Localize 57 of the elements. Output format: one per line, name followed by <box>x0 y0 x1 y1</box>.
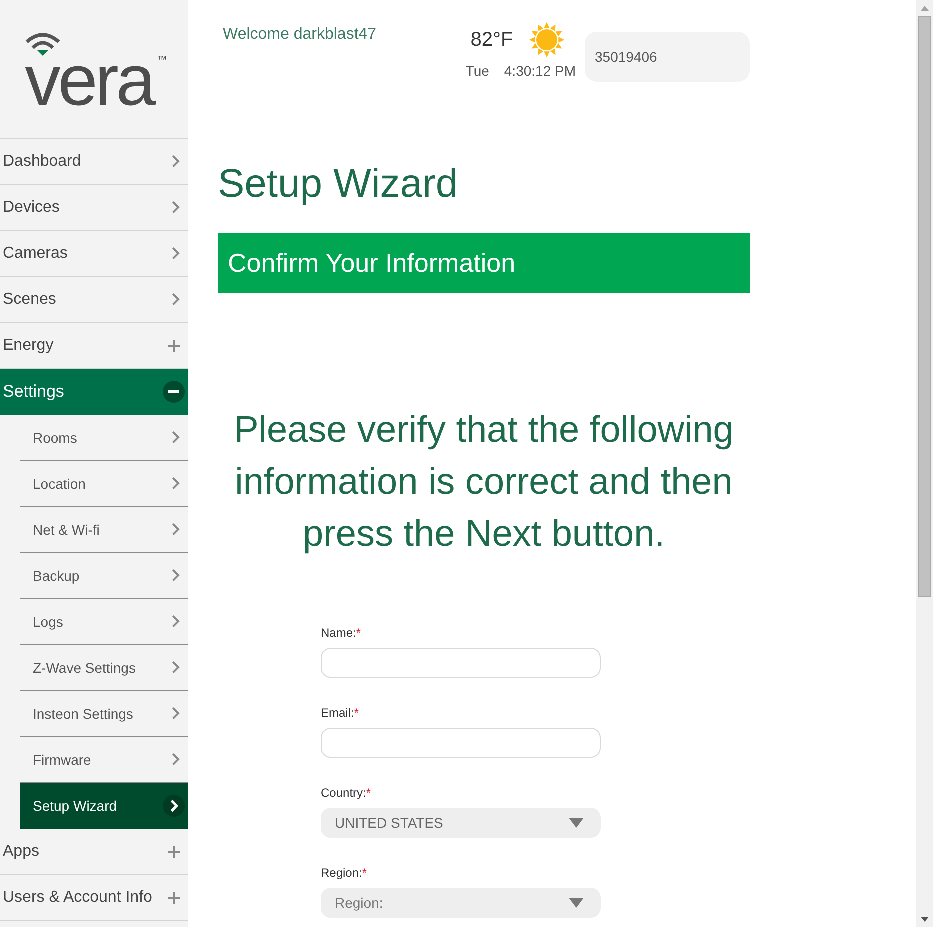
input-field[interactable] <box>321 648 601 678</box>
chevron-right-icon <box>172 293 180 306</box>
scroll-down-arrow-icon[interactable] <box>920 916 928 922</box>
chevron-right-icon <box>172 201 180 214</box>
field-label: Region:* <box>321 866 368 880</box>
sidebar-subitem[interactable]: Rooms <box>20 415 188 461</box>
sidebar-item[interactable]: Cameras <box>0 231 188 277</box>
step-banner: Confirm Your Information <box>218 233 750 293</box>
plus-icon[interactable] <box>168 892 180 904</box>
sidebar-item[interactable]: Apps <box>0 829 188 875</box>
chevron-right-icon <box>172 523 180 536</box>
scrollbar[interactable] <box>916 0 933 927</box>
controller-id-field[interactable]: 35019406 <box>585 32 750 82</box>
scroll-up-arrow-icon[interactable] <box>920 6 928 10</box>
dropdown-field[interactable]: Region: <box>321 888 601 918</box>
sidebar-item[interactable]: Settings <box>0 369 188 415</box>
sidebar-item[interactable]: Dashboard <box>0 139 188 185</box>
chevron-right-icon <box>172 661 180 674</box>
sidebar-subitem[interactable]: Backup <box>20 553 188 599</box>
scrollbar-thumb[interactable] <box>918 16 931 597</box>
sidebar-item[interactable]: Users & Account Info <box>0 875 188 921</box>
welcome-text: Welcome darkblast47 <box>223 26 378 44</box>
clock-time: 4:30:12 PM <box>504 63 576 79</box>
input-field[interactable] <box>321 728 601 758</box>
dropdown-field[interactable]: UNITED STATES <box>321 808 601 838</box>
sidebar-subitem[interactable]: Net & Wi-fi <box>20 507 188 553</box>
instructions-text: Please verify that the following information is correct and then press the Next button. <box>233 408 735 556</box>
minus-circle-icon[interactable] <box>163 380 185 402</box>
weekday-text: Tue <box>466 63 490 79</box>
chevron-right-icon <box>172 753 180 766</box>
sun-icon <box>529 22 566 58</box>
chevron-right-icon <box>172 707 180 720</box>
field-label: Name:* <box>321 626 362 640</box>
caret-down-icon <box>569 818 584 828</box>
sidebar-subitem[interactable]: Logs <box>20 599 188 645</box>
field-label: Email:* <box>321 706 360 720</box>
caret-down-icon <box>569 898 584 908</box>
sidebar-subitem[interactable]: Insteon Settings <box>20 691 188 737</box>
chevron-right-icon <box>172 431 180 444</box>
chevron-right-icon <box>172 155 180 168</box>
chevron-right-icon <box>172 615 180 628</box>
chevron-right-icon <box>172 247 180 260</box>
sidebar-item[interactable]: Scenes <box>0 277 188 323</box>
sidebar-subitem[interactable]: Z-Wave Settings <box>20 645 188 691</box>
field-label: Country:* <box>321 786 372 800</box>
chevron-right-icon <box>172 569 180 582</box>
signal-arcs-icon <box>25 32 61 56</box>
plus-icon[interactable] <box>168 846 180 858</box>
page-title: Setup Wizard <box>218 161 460 208</box>
logo-wordmark: vera$^{™}$ <box>25 56 168 106</box>
sidebar-subitem[interactable]: Location <box>20 461 188 507</box>
plus-icon[interactable] <box>168 340 180 352</box>
sidebar-item[interactable]: Devices <box>0 185 188 231</box>
sidebar-subitem[interactable]: Setup Wizard <box>20 783 188 829</box>
chevron-right-icon <box>163 794 185 816</box>
temperature-text: 82°F <box>470 29 514 51</box>
chevron-right-icon <box>172 477 180 490</box>
